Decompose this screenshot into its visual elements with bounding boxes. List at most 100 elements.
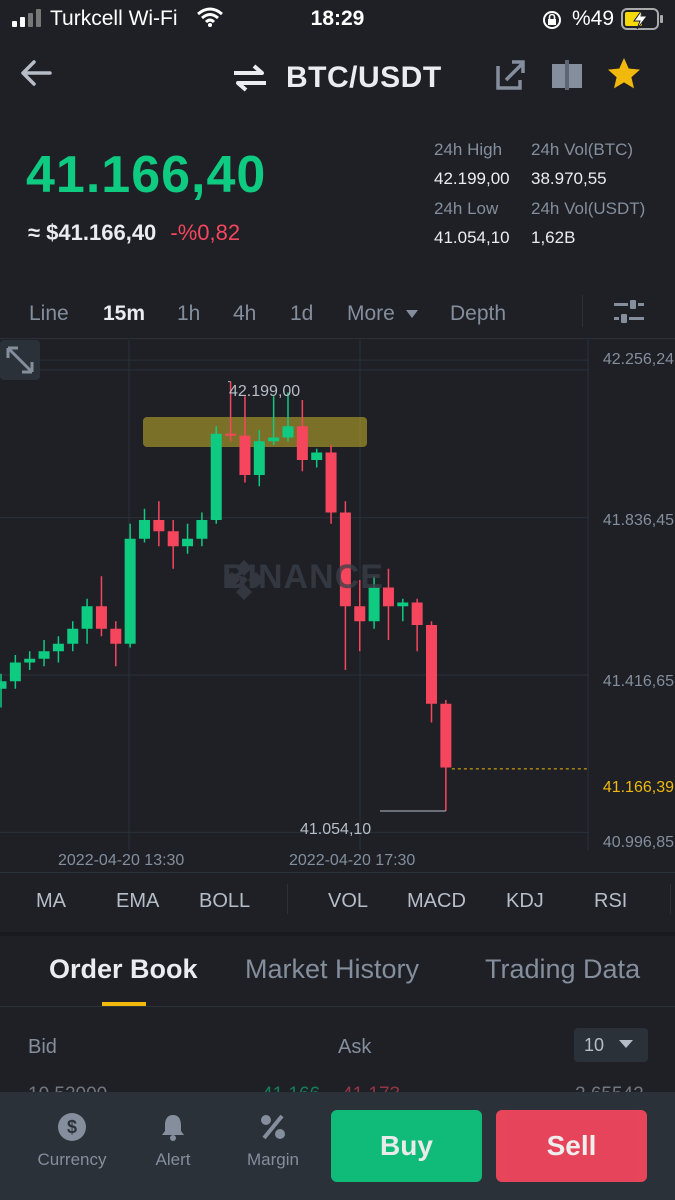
- stat-high: 24h High 42.199,00: [434, 140, 534, 189]
- settings-sliders-icon[interactable]: [612, 297, 646, 327]
- tab-1d[interactable]: 1d: [290, 302, 313, 326]
- stat-value: 41.054,10: [434, 228, 510, 247]
- last-price: 41.166,40: [26, 146, 267, 204]
- back-arrow-icon[interactable]: [18, 56, 54, 90]
- pair-selector[interactable]: BTC/USDT: [232, 58, 442, 98]
- candle-body: [382, 587, 394, 607]
- indicator-rsi[interactable]: RSI: [594, 890, 627, 913]
- indicator-ema[interactable]: EMA: [116, 890, 159, 913]
- candle-body: [239, 435, 251, 475]
- app-screen: Turkcell Wi-Fi 18:29 %49 BTC/USDT 41.166…: [0, 0, 675, 1200]
- percent-icon: [261, 1114, 285, 1140]
- candle-body: [296, 426, 308, 460]
- divider: [582, 295, 583, 327]
- fiat-row: ≈ $41.166,40 -%0,82: [28, 220, 240, 246]
- stat-value: 38.970,55: [531, 169, 607, 188]
- candle-body: [52, 643, 64, 652]
- bottom-action-bar: $ Currency Alert Margin Buy Sell: [0, 1092, 675, 1200]
- candle-body: [24, 658, 36, 663]
- pair-title: BTC/USDT: [286, 61, 442, 94]
- nav-label: Alert: [155, 1150, 191, 1169]
- tab-depth[interactable]: Depth: [450, 302, 506, 326]
- indicator-vol[interactable]: VOL: [328, 890, 368, 913]
- candle-body: [426, 625, 437, 704]
- binance-logo-icon: [224, 560, 264, 600]
- bid-header: Bid: [28, 1036, 57, 1058]
- tab-order-book[interactable]: Order Book: [49, 954, 198, 985]
- stat-label: 24h Vol(BTC): [531, 140, 634, 159]
- price-change: -%0,82: [170, 220, 241, 245]
- tab-market-history[interactable]: Market History: [245, 954, 419, 985]
- indicator-macd[interactable]: MACD: [407, 890, 466, 913]
- stat-label: 24h High: [434, 140, 503, 159]
- expand-icon[interactable]: [0, 340, 40, 380]
- svg-text:$: $: [67, 1117, 77, 1137]
- caret-down-icon: [405, 310, 418, 319]
- candle-body: [354, 606, 366, 622]
- ask-header: Ask: [338, 1036, 372, 1058]
- indicator-boll[interactable]: BOLL: [199, 890, 250, 913]
- candle-body: [9, 662, 21, 682]
- candle-body: [282, 426, 294, 438]
- tab-more[interactable]: More: [347, 302, 419, 326]
- x-axis-label: 2022-04-20 17:30: [289, 852, 416, 869]
- orderbook-tabs: Order Book Market History Trading Data: [0, 946, 675, 1006]
- tab-1h[interactable]: 1h: [177, 302, 200, 326]
- battery-charging-icon: [621, 8, 663, 30]
- price-chart[interactable]: BINANCE 42.256,24 41.836,45 41.416,65 40…: [0, 340, 675, 870]
- bell-icon: [162, 1115, 184, 1141]
- tab-trading-data[interactable]: Trading Data: [485, 954, 640, 985]
- indicator-kdj[interactable]: KDJ: [506, 890, 544, 913]
- nav-currency[interactable]: $ Currency: [27, 1112, 117, 1170]
- candle-body: [253, 441, 265, 475]
- swap-icon: [234, 64, 266, 92]
- watermark: BINANCE: [222, 558, 384, 600]
- candle-body: [210, 433, 222, 520]
- candle-body: [0, 681, 7, 689]
- divider: [0, 338, 675, 339]
- tab-4h[interactable]: 4h: [233, 302, 256, 326]
- nav-alert[interactable]: Alert: [128, 1112, 218, 1170]
- section-separator: [0, 932, 675, 936]
- candle-body: [311, 452, 323, 460]
- candle-body: [153, 520, 165, 532]
- indicator-ma[interactable]: MA: [36, 890, 66, 913]
- depth-select[interactable]: 10: [574, 1028, 648, 1062]
- timeframe-tabs: Line 15m 1h 4h 1d More Depth: [0, 295, 675, 335]
- candle-body: [38, 651, 50, 659]
- candle-body: [167, 531, 179, 547]
- y-axis-label: 40.996,85: [602, 834, 674, 851]
- divider: [287, 884, 288, 914]
- stat-value: 1,62B: [531, 228, 576, 247]
- current-price-label: 41.166,39: [602, 779, 674, 797]
- stat-label: 24h Vol(USDT): [531, 199, 646, 218]
- tab-more-label: More: [347, 302, 395, 325]
- candlestick-plot: [0, 340, 589, 850]
- star-icon[interactable]: [606, 56, 642, 92]
- caret-down-icon: [619, 1040, 633, 1048]
- share-icon[interactable]: [494, 58, 526, 92]
- candle-body: [325, 452, 337, 513]
- tab-15m[interactable]: 15m: [103, 302, 145, 326]
- buy-button[interactable]: Buy: [331, 1110, 482, 1182]
- book-icon[interactable]: [550, 58, 584, 92]
- candle-body: [124, 538, 136, 644]
- stat-value: 42.199,00: [434, 169, 510, 188]
- nav-label: Currency: [37, 1150, 107, 1169]
- divider: [0, 872, 675, 873]
- battery-percent: %49: [572, 7, 615, 30]
- candle-body: [67, 628, 79, 644]
- nav-margin[interactable]: Margin: [228, 1112, 318, 1170]
- tab-line[interactable]: Line: [29, 302, 69, 326]
- stat-low: 24h Low 41.054,10: [434, 199, 534, 248]
- candle-body: [139, 520, 150, 539]
- indicator-tabs: MA EMA BOLL VOL MACD KDJ RSI: [0, 880, 675, 922]
- sell-button[interactable]: Sell: [496, 1110, 647, 1182]
- candle-body: [110, 628, 122, 644]
- candle-body: [196, 520, 208, 539]
- rotation-lock-icon: [543, 11, 561, 29]
- y-axis-label: 42.256,24: [602, 351, 674, 368]
- candle-body: [411, 602, 423, 625]
- depth-value: 10: [584, 1035, 605, 1055]
- high-annotation: 42.199,00: [229, 383, 301, 400]
